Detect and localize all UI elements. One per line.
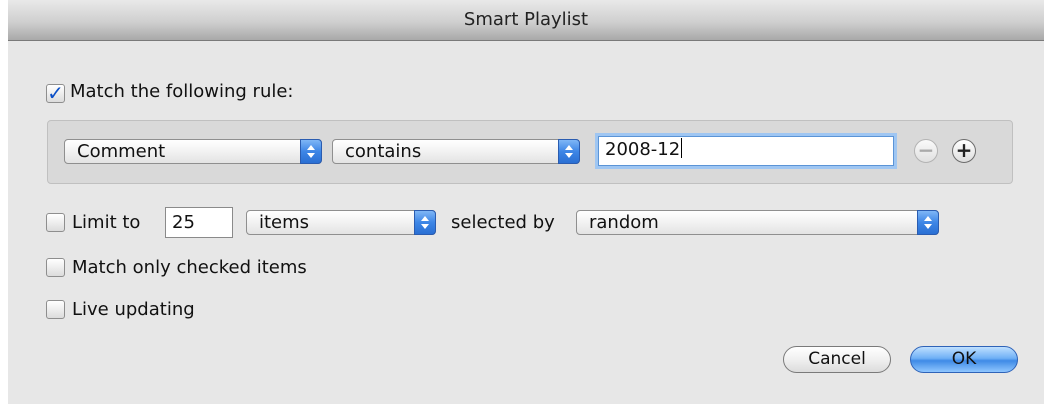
limit-count-input[interactable]: 25 xyxy=(165,207,233,238)
selected-by-label: selected by xyxy=(451,212,555,233)
chevron-updown-icon xyxy=(414,210,436,235)
selected-by-value: random xyxy=(589,212,659,233)
cancel-button[interactable]: Cancel xyxy=(783,346,891,373)
chevron-updown-icon xyxy=(558,139,580,164)
chevron-updown-icon xyxy=(300,139,322,164)
limit-count-text: 25 xyxy=(172,212,195,233)
match-rule-label: Match the following rule: xyxy=(70,81,294,102)
rule-value-text: 2008-12 xyxy=(605,139,681,160)
window-title: Smart Playlist xyxy=(8,0,1044,41)
chevron-updown-icon xyxy=(917,210,939,235)
match-rule-checkbox[interactable]: ✓ xyxy=(46,83,65,103)
match-checked-checkbox[interactable] xyxy=(46,258,65,277)
match-checked-label: Match only checked items xyxy=(72,257,307,278)
minus-circle-icon[interactable]: − xyxy=(914,139,938,163)
live-updating-checkbox[interactable] xyxy=(46,300,65,319)
rule-field-value: Comment xyxy=(77,141,166,162)
rule-operator-popup[interactable]: contains xyxy=(332,139,580,164)
rule-field-popup[interactable]: Comment xyxy=(64,139,322,164)
text-caret xyxy=(681,138,683,158)
rule-value-input[interactable]: 2008-12 xyxy=(598,136,894,166)
rule-operator-value: contains xyxy=(345,141,422,162)
live-updating-label: Live updating xyxy=(72,299,195,320)
limit-unit-popup[interactable]: items xyxy=(246,210,436,235)
limit-label: Limit to xyxy=(72,212,141,233)
dialog-content: ✓ Match the following rule: Comment cont… xyxy=(8,41,1044,404)
ok-button[interactable]: OK xyxy=(910,346,1018,373)
smart-playlist-dialog: Smart Playlist ✓ Match the following rul… xyxy=(8,0,1044,404)
limit-unit-value: items xyxy=(259,212,310,233)
plus-circle-icon[interactable]: + xyxy=(952,139,976,163)
rule-row: Comment contains 2008-12 − + xyxy=(47,120,1013,184)
selected-by-popup[interactable]: random xyxy=(576,210,939,235)
limit-checkbox[interactable] xyxy=(46,213,65,232)
